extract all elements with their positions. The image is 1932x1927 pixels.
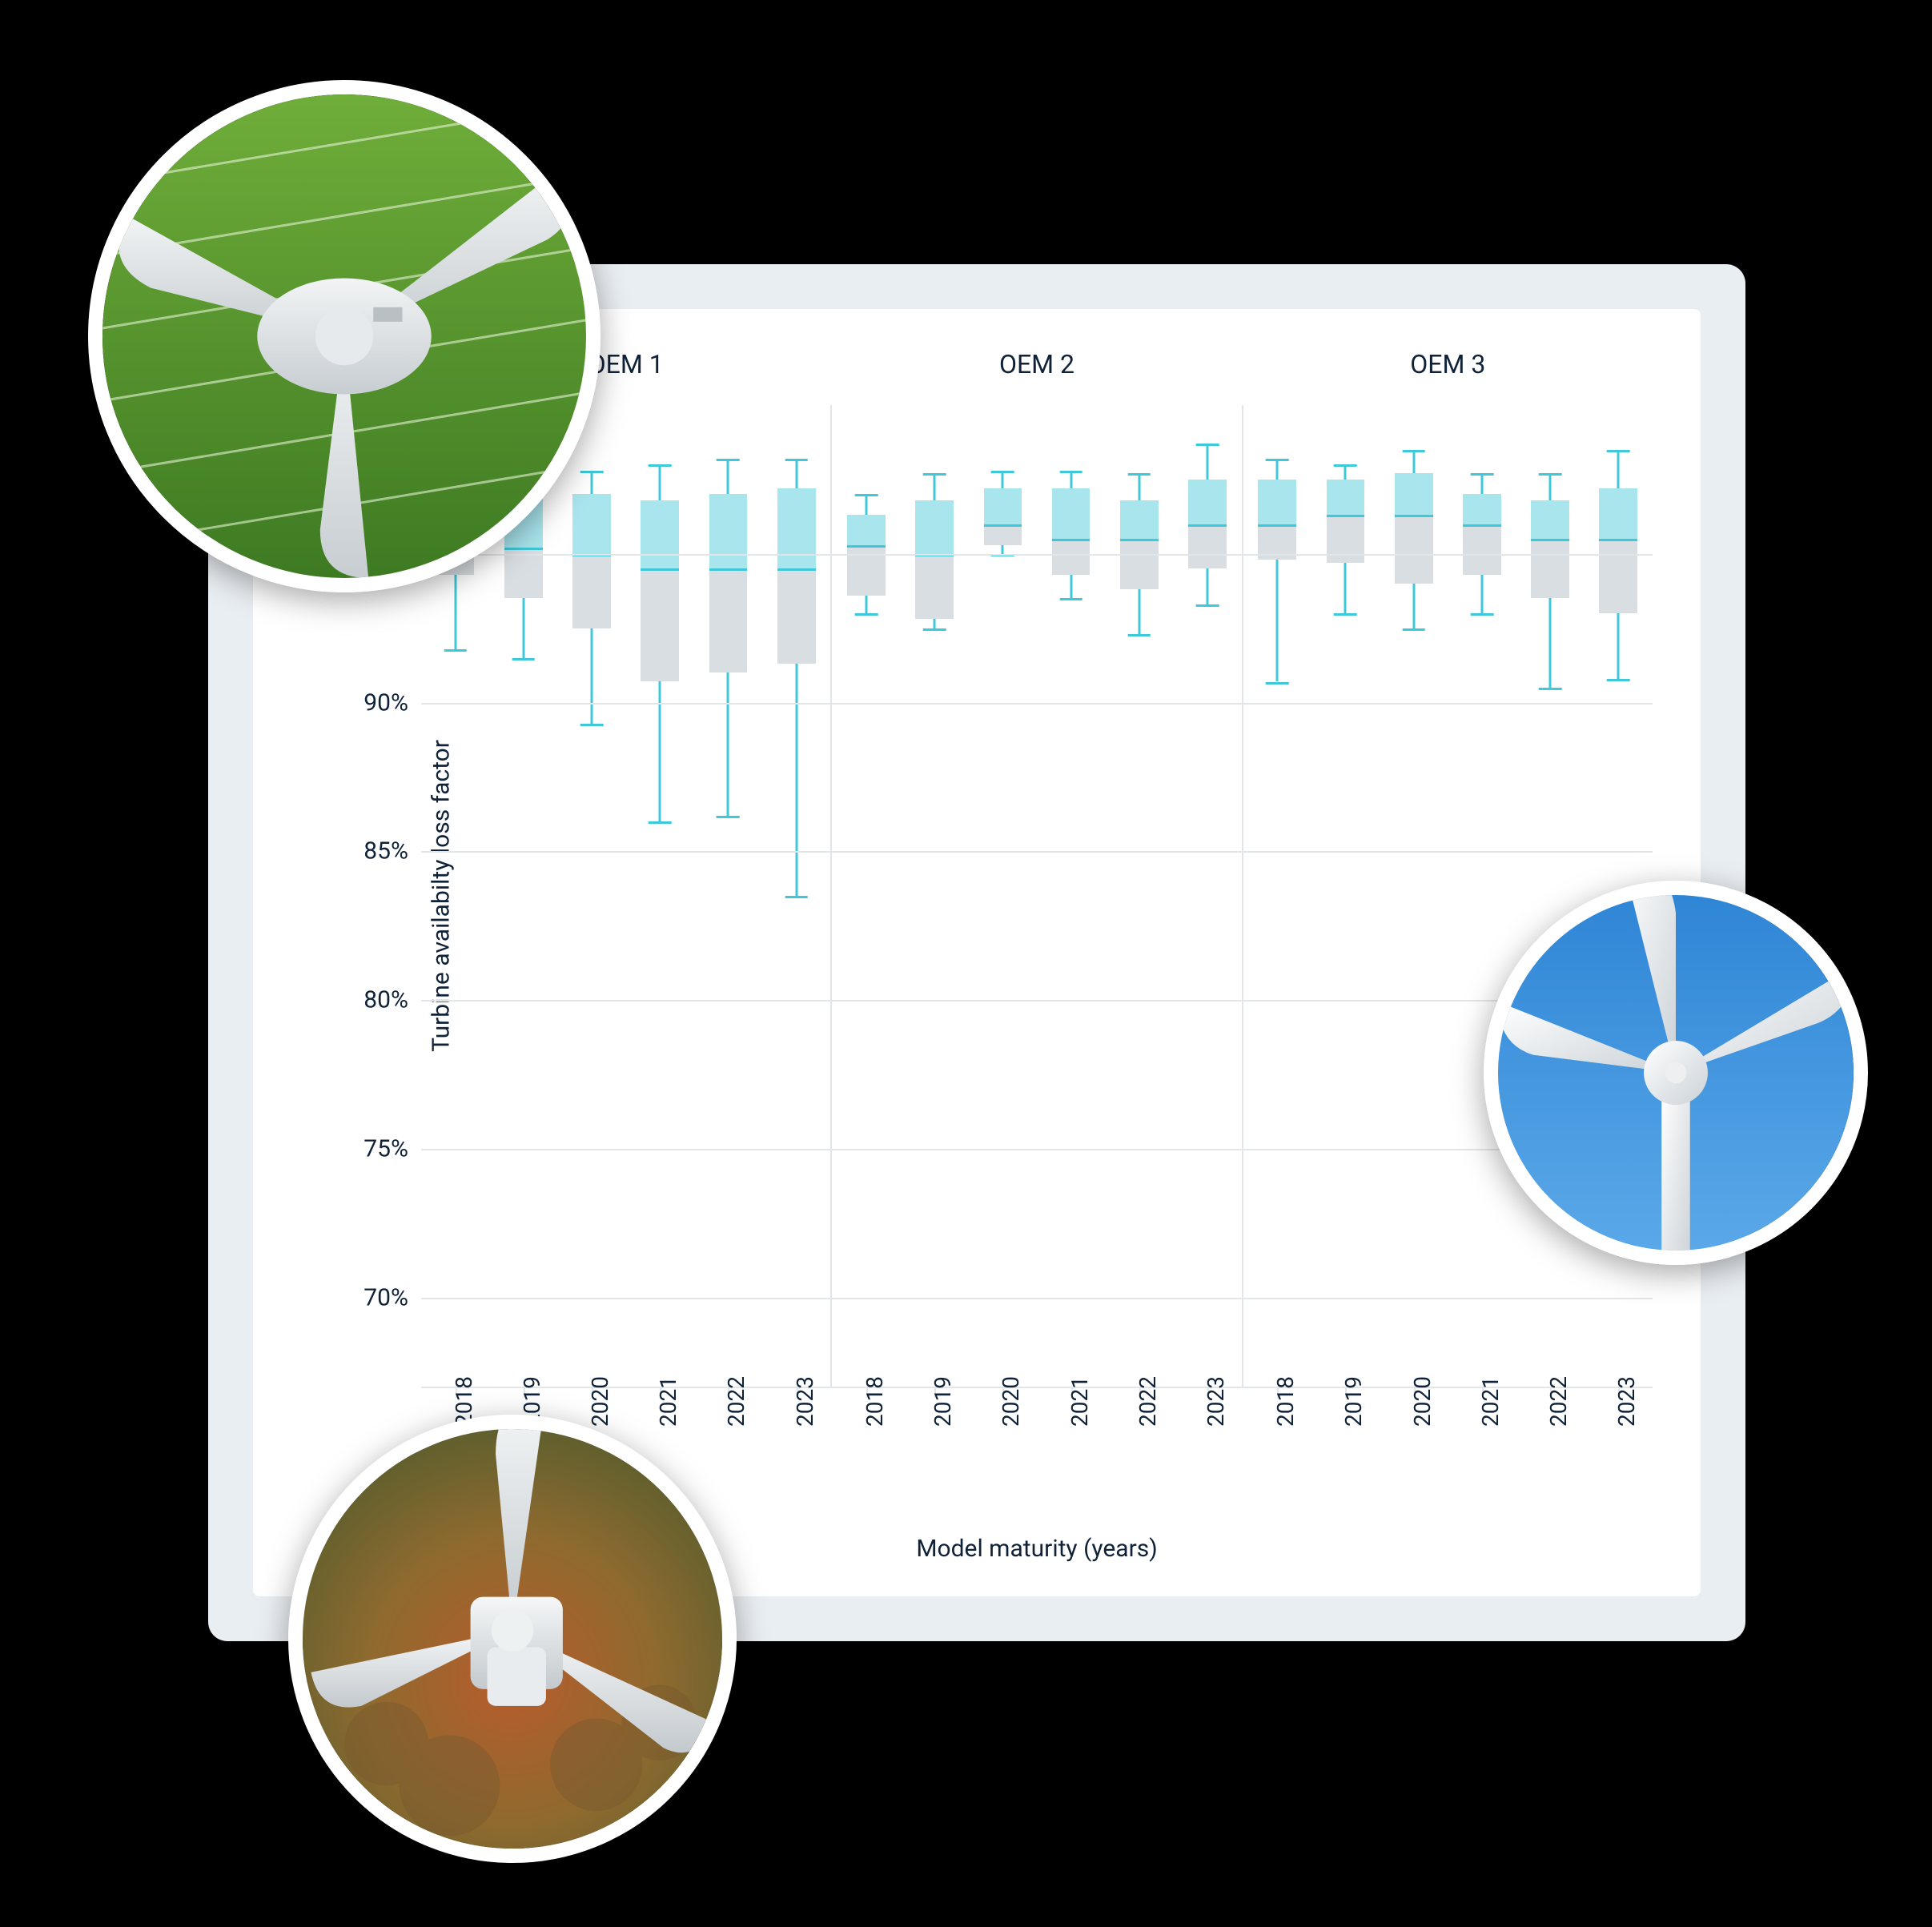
facets: OEM 1201820192020202120222023OEM 2201820… [421, 405, 1653, 1387]
slot: 2018 [1243, 405, 1311, 1387]
boxplot-box [1052, 405, 1091, 1387]
slot: 2019 [489, 405, 557, 1387]
y-tick-label: 90% [364, 689, 408, 717]
turbine-photo-1 [88, 80, 600, 592]
plot-inner: Turbine availabilty loss factor OEM 1201… [421, 405, 1653, 1388]
slot: 2022 [1516, 405, 1585, 1387]
y-tick-label: 75% [364, 1134, 408, 1162]
slot: 2020 [1380, 405, 1448, 1387]
slot: 2023 [1173, 405, 1241, 1387]
slot: 2022 [1105, 405, 1173, 1387]
slot: 2023 [762, 405, 830, 1387]
boxplot-box [504, 405, 543, 1387]
y-gridline [421, 554, 1653, 556]
y-gridline [421, 1000, 1653, 1002]
slot: 2020 [969, 405, 1037, 1387]
boxplot-box [1188, 405, 1227, 1387]
y-tick-label: 70% [364, 1283, 408, 1311]
boxplot-box [847, 405, 886, 1387]
y-gridline [421, 851, 1653, 853]
facet: OEM 2201820192020202120222023 [832, 405, 1243, 1387]
boxplot-box [984, 405, 1022, 1387]
boxplot-box [1327, 405, 1365, 1387]
y-gridline [421, 703, 1653, 705]
y-tick-label: 85% [364, 837, 408, 865]
slot: 2019 [901, 405, 969, 1387]
boxplot-box [572, 405, 611, 1387]
y-gridline [421, 1149, 1653, 1150]
boxplot-box [1463, 405, 1501, 1387]
slot: 2019 [1311, 405, 1380, 1387]
slots: 201820192020202120222023 [832, 405, 1241, 1387]
slot: 2022 [694, 405, 762, 1387]
boxplot-box [1395, 405, 1433, 1387]
boxplot-box [709, 405, 748, 1387]
y-gridline [421, 1298, 1653, 1299]
boxplot-box [777, 405, 816, 1387]
slot: 2018 [832, 405, 900, 1387]
boxplot-box [641, 405, 679, 1387]
boxplot-box [1258, 405, 1296, 1387]
slot: 2020 [557, 405, 625, 1387]
boxplot-box [915, 405, 954, 1387]
turbine-photo-3 [288, 1415, 737, 1863]
plot-area: Turbine availabilty loss factor OEM 1201… [421, 405, 1653, 1388]
facet-header: OEM 2 [832, 349, 1241, 379]
slot: 2021 [1448, 405, 1516, 1387]
turbine-photo-2 [1484, 881, 1868, 1265]
boxplot-box [1120, 405, 1159, 1387]
facet-header: OEM 3 [1243, 349, 1653, 379]
slot: 2021 [626, 405, 694, 1387]
facet: OEM 1201820192020202120222023 [421, 405, 832, 1387]
slot: 2021 [1037, 405, 1105, 1387]
y-tick-label: 80% [364, 986, 408, 1014]
stage: Turbine availabilty loss factor OEM 1201… [0, 0, 1932, 1927]
slots: 201820192020202120222023 [421, 405, 830, 1387]
boxplot-box [1531, 405, 1569, 1387]
